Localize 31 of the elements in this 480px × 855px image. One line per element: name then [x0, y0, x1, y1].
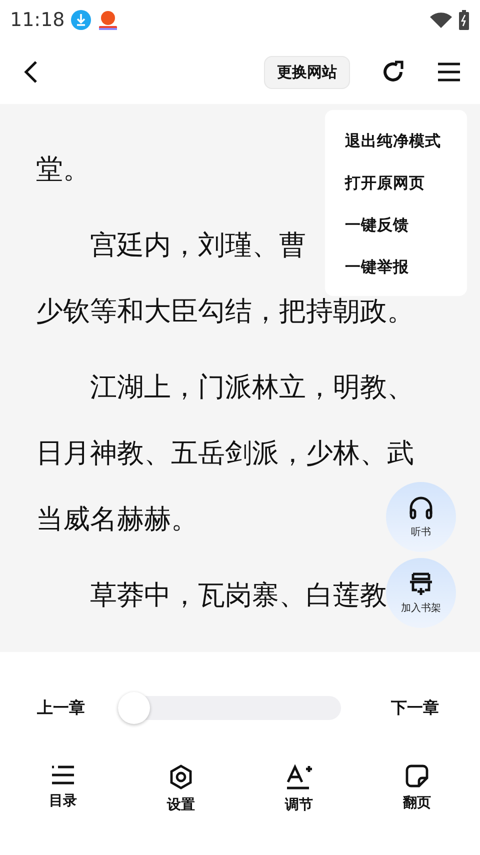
previous-chapter-button[interactable]: 上一章: [37, 698, 85, 718]
text-line: 堂。: [36, 153, 90, 187]
page-icon: [405, 764, 429, 788]
headphones-icon: [408, 495, 434, 521]
back-icon[interactable]: [24, 60, 38, 84]
next-chapter-button[interactable]: 下一章: [391, 698, 439, 718]
nav-button[interactable]: 设置: [122, 764, 240, 814]
text-line: 宫廷内，刘瑾、曹: [89, 229, 306, 263]
menu-item[interactable]: 打开原网页: [345, 172, 467, 195]
nav-button[interactable]: 目录: [4, 764, 122, 814]
settings-icon: [168, 764, 194, 790]
wifi-icon: [430, 12, 452, 28]
add-shelf-icon: [407, 571, 435, 597]
text-line: 日月神教、五岳剑派，少林、武: [36, 437, 414, 471]
text-line: 草莽中，瓦岗寨、白莲教: [89, 579, 387, 613]
status-time: 11:18: [10, 9, 65, 31]
list-icon: [50, 764, 76, 786]
text-line: 当威名赫赫。: [36, 503, 198, 537]
text-line: 少钦等和大臣勾结，把持朝政。: [36, 295, 414, 329]
menu-item[interactable]: 一键反馈: [345, 214, 467, 237]
menu-icon[interactable]: [438, 62, 460, 82]
font-size-icon: [285, 764, 313, 790]
menu-item[interactable]: 退出纯净模式: [345, 130, 467, 153]
nav-button[interactable]: 翻页: [358, 764, 476, 814]
app-icon: [96, 9, 119, 31]
nav-button[interactable]: 调节: [240, 764, 358, 814]
switch-site-button[interactable]: 更换网站: [264, 56, 350, 88]
text-line: 江湖上，门派林立，明教、: [89, 371, 414, 405]
menu-item[interactable]: 一键举报: [345, 256, 467, 279]
download-icon: [70, 10, 91, 30]
battery-icon: [458, 10, 470, 30]
